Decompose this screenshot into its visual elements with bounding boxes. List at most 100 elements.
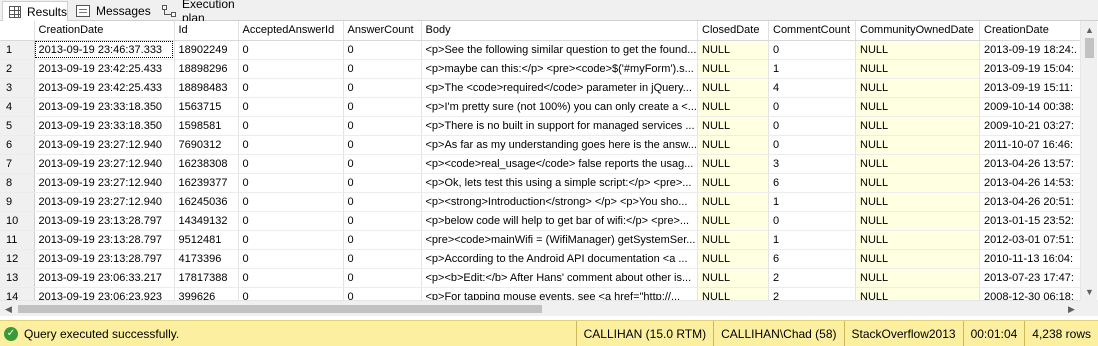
table-row[interactable]: 7 2013-09-19 23:27:12.940 16238308 0 0 <p><co… xyxy=(0,154,1090,174)
table-row[interactable]: 5 2013-09-19 23:33:18.350 1598581 0 0 <p>Ther… xyxy=(0,116,1090,136)
table-cell[interactable]: 2013-09-19 15:04: xyxy=(979,59,1090,79)
table-cell[interactable]: 0 xyxy=(238,40,344,60)
table-cell[interactable]: <p>below code will help to get bar of wi… xyxy=(421,211,698,231)
table-cell[interactable]: 0 xyxy=(238,116,344,136)
table-cell[interactable]: 14349132 xyxy=(174,211,239,231)
table-cell[interactable]: <p>For tapping mouse events, see <a href… xyxy=(421,287,698,300)
table-cell[interactable]: 2013-07-23 17:47: xyxy=(979,268,1090,288)
table-cell[interactable]: 1 xyxy=(768,230,856,250)
table-cell[interactable]: 399626 xyxy=(174,287,239,300)
column-header[interactable]: AcceptedAnswerId xyxy=(238,21,344,41)
table-cell[interactable]: NULL xyxy=(697,97,769,117)
table-cell[interactable]: 0 xyxy=(238,230,344,250)
table-cell[interactable]: 0 xyxy=(343,249,422,269)
table-cell[interactable]: 1598581 xyxy=(174,116,239,136)
table-cell[interactable]: 2013-09-19 23:27:12.940 xyxy=(34,173,175,193)
table-row[interactable]: 1 2013-09-19 23:46:37.333 18902249 0 0 <p>See… xyxy=(0,40,1090,60)
table-cell[interactable]: 2013-09-19 23:13:28.797 xyxy=(34,211,175,231)
table-cell[interactable]: 2013-09-19 23:33:18.350 xyxy=(34,116,175,136)
table-cell[interactable]: 0 xyxy=(238,249,344,269)
table-cell[interactable]: NULL xyxy=(697,154,769,174)
table-cell[interactable]: 0 xyxy=(768,135,856,155)
tab-messages[interactable]: Messages xyxy=(70,1,154,21)
table-cell[interactable]: 0 xyxy=(343,40,422,60)
table-cell[interactable]: 4 xyxy=(768,78,856,98)
table-row[interactable]: 14 2013-09-19 23:06:23.923 399626 0 0 <p>For … xyxy=(0,287,1090,300)
row-number[interactable]: 3 xyxy=(0,78,35,98)
table-row[interactable]: 12 2013-09-19 23:13:28.797 4173396 0 0 <p>Acc… xyxy=(0,249,1090,269)
table-cell[interactable]: 2013-09-19 23:27:12.940 xyxy=(34,135,175,155)
table-cell[interactable]: 0 xyxy=(238,59,344,79)
tab-results[interactable]: Results xyxy=(2,1,68,22)
table-cell[interactable]: 2013-09-19 23:27:12.940 xyxy=(34,154,175,174)
table-cell[interactable]: NULL xyxy=(855,59,980,79)
horizontal-scrollbar[interactable]: ◀ ▶ xyxy=(0,300,1080,316)
table-cell[interactable]: 2013-09-19 23:06:33.217 xyxy=(34,268,175,288)
table-cell[interactable]: 18898483 xyxy=(174,78,239,98)
row-number[interactable]: 2 xyxy=(0,59,35,79)
table-row[interactable]: 11 2013-09-19 23:13:28.797 9512481 0 0 <pre><… xyxy=(0,230,1090,250)
table-row[interactable]: 6 2013-09-19 23:27:12.940 7690312 0 0 <p>As f… xyxy=(0,135,1090,155)
table-cell[interactable]: NULL xyxy=(697,249,769,269)
row-number[interactable]: 12 xyxy=(0,249,35,269)
table-cell[interactable]: 0 xyxy=(343,97,422,117)
table-cell[interactable]: 2 xyxy=(768,287,856,300)
table-cell[interactable]: 2013-09-19 23:13:28.797 xyxy=(34,249,175,269)
table-cell[interactable]: 0 xyxy=(343,135,422,155)
table-cell[interactable]: 2011-10-07 16:46: xyxy=(979,135,1090,155)
scroll-right-arrow-icon[interactable]: ▶ xyxy=(1063,301,1080,317)
table-cell[interactable]: 18898296 xyxy=(174,59,239,79)
table-cell[interactable]: <pre><code>mainWifi = (WifiManager) getS… xyxy=(421,230,698,250)
table-cell[interactable]: 0 xyxy=(238,268,344,288)
table-cell[interactable]: 2008-12-30 06:18: xyxy=(979,287,1090,300)
table-cell[interactable]: 0 xyxy=(768,211,856,231)
table-cell[interactable]: 1563715 xyxy=(174,97,239,117)
table-cell[interactable]: 2013-04-26 14:53: xyxy=(979,173,1090,193)
table-row[interactable]: 4 2013-09-19 23:33:18.350 1563715 0 0 <p>I'm … xyxy=(0,97,1090,117)
row-number[interactable]: 1 xyxy=(0,40,35,60)
table-cell[interactable]: <p>The <code>required</code> parameter i… xyxy=(421,78,698,98)
row-number[interactable]: 8 xyxy=(0,173,35,193)
row-number[interactable]: 14 xyxy=(0,287,35,300)
table-row[interactable]: 3 2013-09-19 23:42:25.433 18898483 0 0 <p>The… xyxy=(0,78,1090,98)
table-cell[interactable]: 0 xyxy=(238,173,344,193)
table-cell[interactable]: 0 xyxy=(768,40,856,60)
table-cell[interactable]: 0 xyxy=(343,154,422,174)
table-cell[interactable]: NULL xyxy=(855,173,980,193)
column-header[interactable]: Id xyxy=(174,21,239,41)
table-cell[interactable]: NULL xyxy=(697,135,769,155)
table-cell[interactable]: 2013-09-19 23:06:23.923 xyxy=(34,287,175,300)
table-cell[interactable]: NULL xyxy=(697,230,769,250)
table-cell[interactable]: <p><code>real_usage</code> false reports… xyxy=(421,154,698,174)
table-cell[interactable]: 16238308 xyxy=(174,154,239,174)
table-cell[interactable]: 0 xyxy=(343,192,422,212)
table-cell[interactable]: 2013-04-26 20:51: xyxy=(979,192,1090,212)
table-cell[interactable]: NULL xyxy=(697,116,769,136)
table-cell[interactable]: NULL xyxy=(855,192,980,212)
column-header[interactable]: Body xyxy=(421,21,698,41)
table-cell[interactable]: 2013-09-19 23:46:37.333 xyxy=(34,40,175,60)
table-cell[interactable]: <p>I'm pretty sure (not 100%) you can on… xyxy=(421,97,698,117)
vertical-scrollbar[interactable]: ▲ ▼ xyxy=(1080,21,1097,300)
vertical-scroll-thumb[interactable] xyxy=(1085,38,1094,58)
scroll-left-arrow-icon[interactable]: ◀ xyxy=(0,301,17,317)
column-header[interactable]: CreationDate xyxy=(979,21,1090,41)
table-cell[interactable]: <p>As far as my understanding goes here … xyxy=(421,135,698,155)
table-cell[interactable]: 9512481 xyxy=(174,230,239,250)
table-row[interactable]: 8 2013-09-19 23:27:12.940 16239377 0 0 <p>Ok,… xyxy=(0,173,1090,193)
row-number[interactable]: 13 xyxy=(0,268,35,288)
table-cell[interactable]: NULL xyxy=(855,78,980,98)
table-cell[interactable]: 0 xyxy=(768,97,856,117)
table-row[interactable]: 10 2013-09-19 23:13:28.797 14349132 0 0 <p>be… xyxy=(0,211,1090,231)
table-cell[interactable]: 2013-09-19 23:27:12.940 xyxy=(34,192,175,212)
column-header[interactable]: CommunityOwnedDate xyxy=(855,21,980,41)
row-number[interactable]: 9 xyxy=(0,192,35,212)
table-row[interactable]: 9 2013-09-19 23:27:12.940 16245036 0 0 <p><st… xyxy=(0,192,1090,212)
table-cell[interactable]: 0 xyxy=(238,135,344,155)
tab-execution-plan[interactable]: Execution plan xyxy=(156,0,256,25)
table-cell[interactable]: NULL xyxy=(697,287,769,300)
table-cell[interactable]: NULL xyxy=(697,192,769,212)
table-cell[interactable]: 17817388 xyxy=(174,268,239,288)
table-cell[interactable]: 0 xyxy=(343,230,422,250)
table-cell[interactable]: 2012-03-01 07:51: xyxy=(979,230,1090,250)
